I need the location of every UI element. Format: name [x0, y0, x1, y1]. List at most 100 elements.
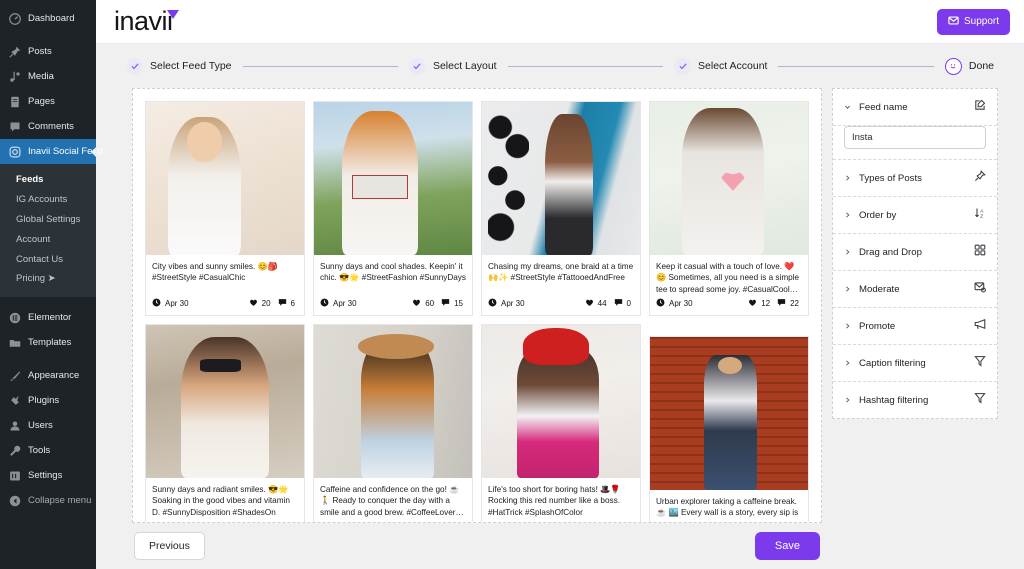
sidebar-item-plugins[interactable]: Plugins [0, 388, 96, 413]
logo-text: inavii [114, 6, 173, 36]
post-thumbnail[interactable] [146, 102, 304, 255]
settings-row-moderate[interactable]: Moderate [833, 271, 997, 308]
step-label: Done [969, 60, 994, 72]
wrench-icon [8, 444, 21, 457]
save-button[interactable]: Save [755, 532, 820, 560]
chevron-right-icon [844, 211, 851, 219]
logo-triangle-icon [167, 10, 179, 19]
heart-icon [412, 298, 421, 309]
brush-icon [8, 369, 21, 382]
post-thumbnail[interactable] [146, 325, 304, 478]
comment-bubble-icon [278, 298, 287, 309]
post-thumbnail[interactable] [482, 325, 640, 478]
sidebar-item-templates[interactable]: Templates [0, 330, 96, 355]
previous-button[interactable]: Previous [134, 532, 205, 560]
settings-row-feed-name[interactable]: Feed name [833, 89, 997, 126]
chevron-right-icon [844, 285, 851, 293]
sidebar-gap [0, 355, 96, 363]
settings-row-promote[interactable]: Promote [833, 308, 997, 345]
sidebar-item-dashboard[interactable]: Dashboard [0, 6, 96, 31]
sidebar-label: Templates [28, 337, 71, 348]
sidebar-subitem-ig-accounts[interactable]: IG Accounts [0, 190, 96, 210]
sidebar-submenu: Feeds IG Accounts Global Settings Accoun… [0, 164, 96, 297]
settings-row-types-of-posts[interactable]: Types of Posts [833, 160, 997, 197]
chevron-right-icon [844, 359, 851, 367]
settings-row-hashtag-filtering[interactable]: Hashtag filtering [833, 382, 997, 418]
sidebar-item-media[interactable]: Media [0, 64, 96, 89]
feed-name-input[interactable] [844, 126, 986, 149]
post-caption: Urban explorer taking a caffeine break. … [650, 490, 808, 522]
post-card[interactable]: Chasing my dreams, one braid at a time 🙌… [481, 101, 641, 316]
moderate-icon [974, 280, 986, 298]
sort-az-icon: AZ [974, 206, 986, 224]
elementor-icon [8, 311, 21, 324]
step-done[interactable]: Done [945, 58, 994, 75]
sidebar-item-settings[interactable]: Settings [0, 463, 96, 488]
feed-preview-panel: City vibes and sunny smiles. 😊🎒 #StreetS… [132, 88, 822, 523]
post-thumbnail[interactable] [314, 102, 472, 255]
support-button[interactable]: Support [937, 9, 1010, 35]
post-caption: Caffeine and confidence on the go! ☕🚶 Re… [314, 478, 472, 522]
post-thumbnail[interactable] [482, 102, 640, 255]
sidebar-item-users[interactable]: Users [0, 413, 96, 438]
settings-row-order-by[interactable]: Order by AZ [833, 197, 997, 234]
settings-row-drag-and-drop[interactable]: Drag and Drop [833, 234, 997, 271]
post-thumbnail[interactable] [314, 325, 472, 478]
step-connector [508, 66, 663, 67]
megaphone-icon [974, 317, 986, 335]
step-select-account[interactable]: Select Account [674, 58, 767, 75]
settings-row-left: Moderate [844, 284, 900, 295]
post-date: Apr 30 [656, 298, 693, 309]
post-card[interactable]: City vibes and sunny smiles. 😊🎒 #StreetS… [145, 101, 305, 316]
post-card[interactable]: Keep it casual with a touch of love. ❤️😊… [649, 101, 809, 316]
clock-icon [488, 298, 497, 309]
sidebar-label: Users [28, 420, 53, 431]
sidebar-subitem-contact-us[interactable]: Contact Us [0, 250, 96, 270]
sidebar-subitem-feeds[interactable]: Feeds [0, 170, 96, 190]
settings-row-left: Caption filtering [844, 358, 926, 369]
sidebar-gap [0, 31, 96, 39]
media-icon [8, 70, 21, 83]
chevron-right-icon [844, 322, 851, 330]
post-caption: Chasing my dreams, one braid at a time 🙌… [482, 255, 640, 298]
post-caption: Sunny days and radiant smiles. 😎🌟 Soakin… [146, 478, 304, 522]
post-card[interactable]: Life's too short for boring hats! 🎩🌹 Roc… [481, 324, 641, 522]
step-label: Select Account [698, 60, 767, 72]
settings-row-left: Feed name [844, 102, 908, 113]
sidebar-subitem-account[interactable]: Account [0, 230, 96, 250]
post-stats: 60 15 [412, 298, 466, 309]
templates-icon [8, 336, 21, 349]
sidebar-subitem-global-settings[interactable]: Global Settings [0, 210, 96, 230]
clock-icon [656, 298, 665, 309]
footer-bar: Previous Save [132, 532, 822, 560]
step-select-feed-type[interactable]: Select Feed Type [126, 58, 232, 75]
post-caption: Sunny days and cool shades. Keepin' it c… [314, 255, 472, 298]
sidebar-subitem-pricing[interactable]: Pricing ➤ [0, 269, 96, 289]
sidebar-item-appearance[interactable]: Appearance [0, 363, 96, 388]
sidebar-item-collapse-menu[interactable]: Collapse menu [0, 488, 96, 513]
post-card[interactable]: Sunny days and radiant smiles. 😎🌟 Soakin… [145, 324, 305, 522]
post-card[interactable]: Sunny days and cool shades. Keepin' it c… [313, 101, 473, 316]
sidebar-item-pages[interactable]: Pages [0, 89, 96, 114]
check-icon [674, 58, 691, 75]
grid-icon [974, 243, 986, 261]
post-date-text: Apr 30 [165, 299, 189, 308]
edit-square-icon[interactable] [974, 98, 986, 116]
step-connector [778, 66, 933, 67]
sidebar-item-inavii-social-feed[interactable]: Inavii Social Feed [0, 139, 96, 164]
sidebar-item-comments[interactable]: Comments [0, 114, 96, 139]
post-card[interactable]: Caffeine and confidence on the go! ☕🚶 Re… [313, 324, 473, 522]
sidebar-item-elementor[interactable]: Elementor [0, 305, 96, 330]
sidebar-item-tools[interactable]: Tools [0, 438, 96, 463]
post-card[interactable]: Urban explorer taking a caffeine break. … [649, 336, 809, 522]
sidebar-label: Comments [28, 121, 74, 132]
post-caption: Life's too short for boring hats! 🎩🌹 Roc… [482, 478, 640, 522]
post-thumbnail[interactable] [650, 337, 808, 490]
settings-row-caption-filtering[interactable]: Caption filtering [833, 345, 997, 382]
sidebar-item-posts[interactable]: Posts [0, 39, 96, 64]
post-meta: Apr 30 60 15 [314, 298, 472, 315]
comment-bubble-icon [614, 298, 623, 309]
post-grid: City vibes and sunny smiles. 😊🎒 #StreetS… [145, 101, 809, 522]
post-thumbnail[interactable] [650, 102, 808, 255]
step-select-layout[interactable]: Select Layout [409, 58, 497, 75]
